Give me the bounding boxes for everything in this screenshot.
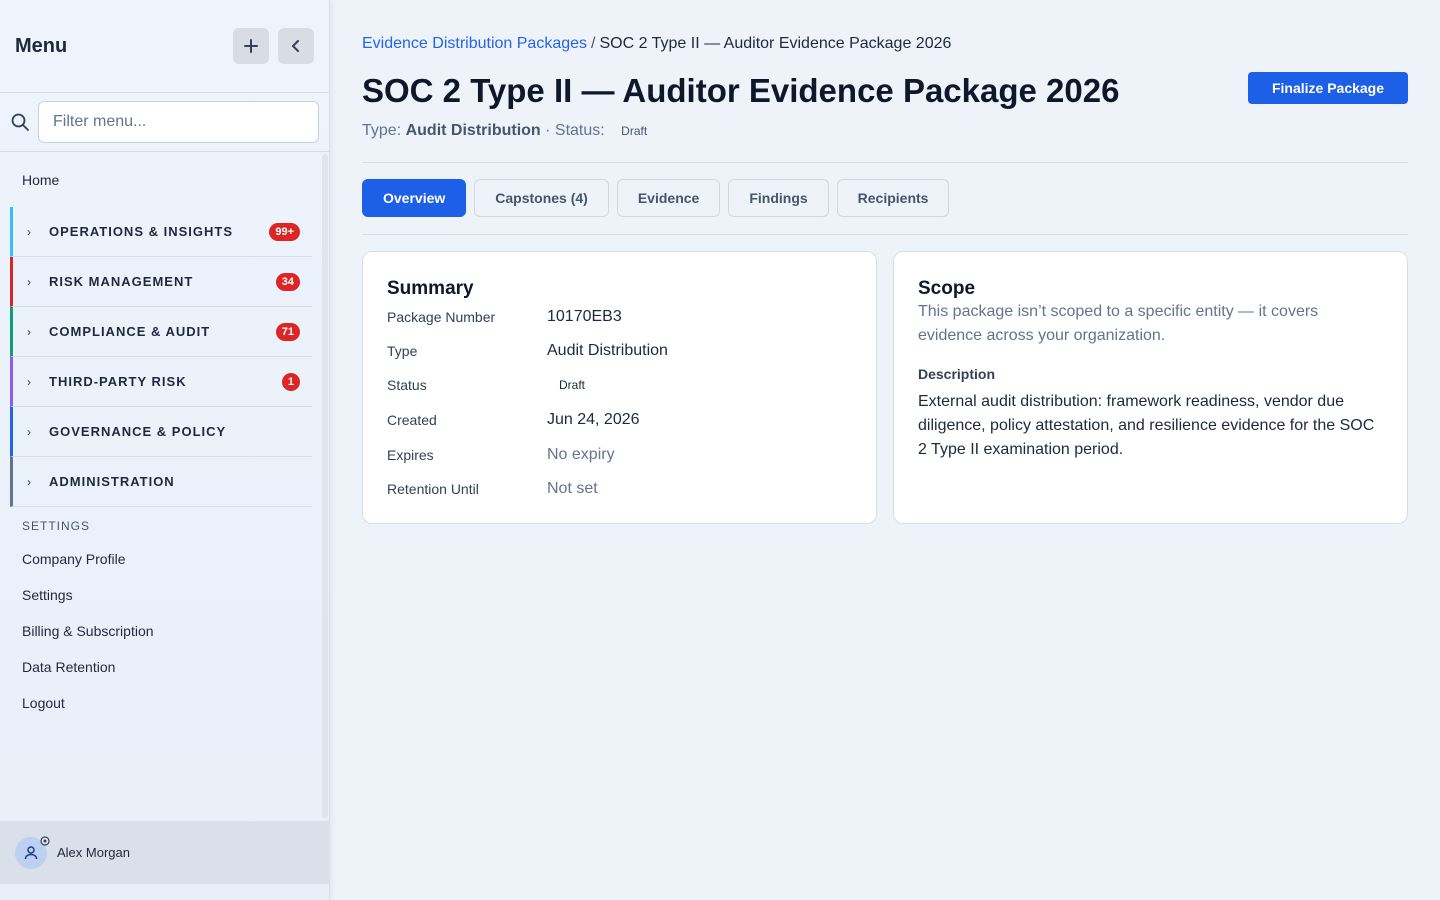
sidebar-group-compliance-audit[interactable]: › COMPLIANCE & AUDIT 71: [10, 307, 312, 357]
sidebar-group-label: THIRD-PARTY RISK: [49, 374, 187, 389]
tab-evidence[interactable]: Evidence: [616, 179, 721, 217]
summary-row-package-number: Package Number 10170EB3: [387, 306, 852, 328]
field-label: Status: [387, 377, 427, 393]
field-value: 10170EB3: [547, 308, 622, 325]
plus-icon: [244, 39, 258, 53]
chevron-right-icon: ›: [27, 474, 31, 489]
sidebar-group-label: ADMINISTRATION: [49, 474, 175, 489]
sidebar-group-label: GOVERNANCE & POLICY: [49, 424, 227, 439]
page-title: SOC 2 Type II — Auditor Evidence Package…: [362, 72, 1120, 109]
summary-row-created: Created Jun 24, 2026: [387, 402, 852, 438]
description-label: Description: [918, 366, 996, 382]
sidebar-group-label: RISK MANAGEMENT: [49, 274, 194, 289]
header-divider: [362, 162, 1408, 163]
count-badge: 99+: [269, 222, 300, 241]
sidebar-item-billing[interactable]: Billing & Subscription: [0, 613, 322, 649]
scope-card: Scope This package isn’t scoped to a spe…: [893, 251, 1408, 524]
user-icon: [24, 845, 38, 859]
sidebar-item-settings[interactable]: Settings: [0, 577, 322, 613]
field-value: Not set: [547, 480, 598, 497]
sidebar-search: [0, 93, 329, 152]
sidebar-group-label: COMPLIANCE & AUDIT: [49, 324, 211, 339]
breadcrumb: Evidence Distribution Packages / SOC 2 Typ…: [362, 35, 951, 53]
summary-row-status: Status Draft: [387, 368, 852, 402]
chevron-right-icon: ›: [27, 424, 31, 439]
search-icon: [11, 113, 29, 131]
sidebar-group-risk-management[interactable]: › RISK MANAGEMENT 34: [10, 257, 312, 307]
summary-row-retention: Retention Until Not set: [387, 472, 852, 506]
sidebar-item-data-retention[interactable]: Data Retention: [0, 649, 322, 685]
field-label: Expires: [387, 447, 434, 463]
sidebar-title: Menu: [15, 34, 68, 57]
sidebar-group-administration[interactable]: › ADMINISTRATION: [10, 457, 312, 507]
sidebar-item-home[interactable]: Home: [0, 152, 322, 207]
count-badge: 71: [275, 322, 300, 341]
tab-capstones[interactable]: Capstones (4): [474, 179, 609, 217]
summary-title: Summary: [387, 278, 474, 299]
tab-recipients[interactable]: Recipients: [836, 179, 950, 217]
tab-overview[interactable]: Overview: [362, 179, 467, 217]
tab-bar: Overview Capstones (4) Evidence Findings…: [362, 179, 957, 217]
field-value: No expiry: [547, 446, 615, 463]
status-badge: Draft: [559, 378, 586, 392]
sidebar-header: Menu: [0, 0, 329, 93]
type-prefix: Type:: [362, 122, 402, 139]
sidebar-group-operations-insights[interactable]: › OPERATIONS & INSIGHTS 99+: [10, 207, 312, 257]
sidebar-group-label: OPERATIONS & INSIGHTS: [49, 224, 233, 239]
count-badge: 34: [275, 272, 300, 291]
chevron-right-icon: ›: [27, 274, 31, 289]
status-badge: Draft: [621, 124, 648, 138]
field-label: Package Number: [387, 309, 496, 325]
chevron-right-icon: ›: [27, 324, 31, 339]
gear-icon: [40, 835, 50, 846]
field-label: Type: [387, 343, 418, 359]
status-prefix: · Status:: [545, 122, 605, 139]
breadcrumb-parent-link[interactable]: Evidence Distribution Packages: [362, 35, 587, 52]
tabs-divider: [362, 234, 1408, 235]
sidebar: Menu Home › OPERATIONS & INSIGHTS 99+ › …: [0, 0, 330, 900]
summary-card: Summary Package Number 10170EB3 Type Aud…: [362, 251, 877, 524]
add-button[interactable]: [233, 28, 269, 64]
scope-title: Scope: [918, 278, 976, 299]
type-value: Audit Distribution: [405, 122, 541, 139]
sidebar-group-governance-policy[interactable]: › GOVERNANCE & POLICY: [10, 407, 312, 457]
avatar[interactable]: [15, 835, 50, 869]
summary-row-type: Type Audit Distribution: [387, 334, 852, 368]
sidebar-nav: Home › OPERATIONS & INSIGHTS 99+ › RISK …: [0, 152, 322, 820]
chevron-left-icon: [292, 40, 299, 52]
chevron-right-icon: ›: [27, 374, 31, 389]
field-label: Retention Until: [387, 481, 479, 497]
user-name: Alex Morgan: [57, 845, 130, 860]
collapse-sidebar-button[interactable]: [278, 28, 314, 64]
user-footer[interactable]: Alex Morgan: [0, 821, 330, 884]
finalize-package-button[interactable]: Finalize Package: [1248, 72, 1408, 104]
tab-findings[interactable]: Findings: [728, 179, 829, 217]
sidebar-group-third-party-risk[interactable]: › THIRD-PARTY RISK 1: [10, 357, 312, 407]
count-badge: 1: [281, 372, 300, 391]
breadcrumb-current: SOC 2 Type II — Auditor Evidence Package…: [599, 35, 952, 52]
sidebar-item-company-profile[interactable]: Company Profile: [0, 541, 322, 577]
description-text: External audit distribution: framework r…: [918, 393, 1375, 458]
package-meta: Type: Audit Distribution · Status: Draft: [362, 122, 647, 140]
breadcrumb-separator: /: [591, 35, 596, 52]
summary-row-expires: Expires No expiry: [387, 438, 852, 472]
scope-text: This package isn’t scoped to a specific …: [918, 303, 1319, 344]
filter-menu-input[interactable]: [38, 101, 319, 143]
field-label: Created: [387, 412, 437, 428]
chevron-right-icon: ›: [27, 224, 31, 239]
settings-section-label: SETTINGS: [22, 519, 91, 533]
field-value: Jun 24, 2026: [547, 411, 640, 428]
sidebar-item-logout[interactable]: Logout: [0, 685, 322, 721]
sidebar-scrollbar[interactable]: [322, 154, 328, 818]
field-value: Audit Distribution: [547, 342, 668, 359]
